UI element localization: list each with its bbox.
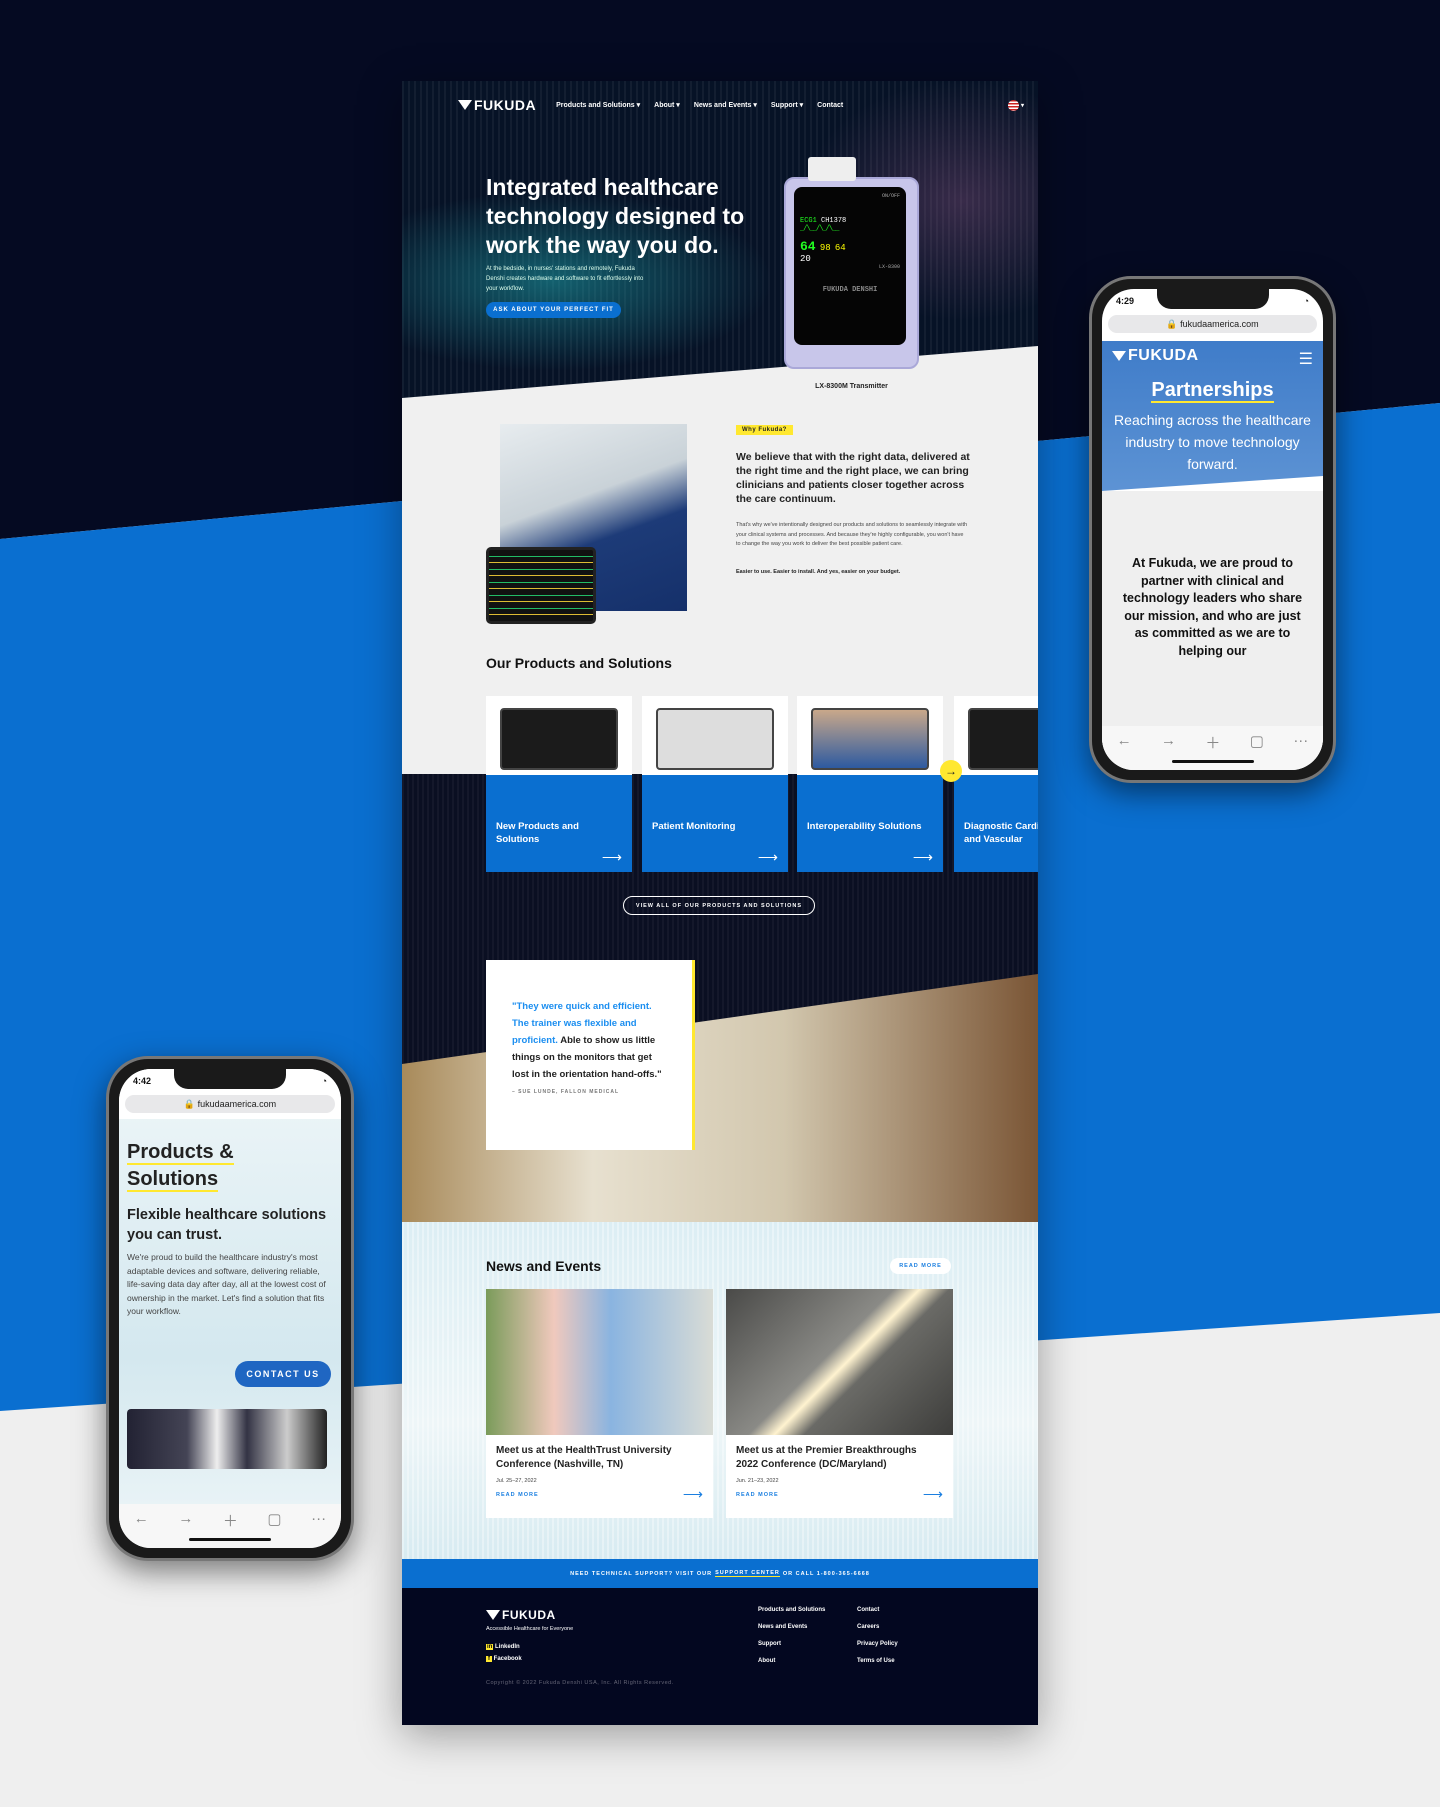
footer-link[interactable]: Careers <box>857 1624 879 1630</box>
devices-photo <box>127 1409 327 1469</box>
home-indicator <box>189 1538 271 1541</box>
main-nav: FUKUDA Products and Solutions ▾ About ▾ … <box>458 95 1024 115</box>
news-photo <box>486 1289 713 1435</box>
footer-link[interactable]: News and Events <box>758 1624 807 1630</box>
footer-link[interactable]: Contact <box>857 1607 879 1613</box>
facebook-icon: f <box>486 1656 492 1662</box>
website-page: FUKUDA Products and Solutions ▾ About ▾ … <box>402 81 1038 1725</box>
page-subtitle: Flexible healthcare solutions you can tr… <box>127 1207 327 1243</box>
status-time: 4:29 <box>1116 296 1135 306</box>
product-card-interoperability[interactable]: Interoperability Solutions ⟶ <box>797 696 943 872</box>
nav-news[interactable]: News and Events ▾ <box>694 101 757 109</box>
tabs-icon[interactable]: ▢ <box>1250 732 1264 750</box>
copyright: Copyright © 2022 Fukuda Denshi USA, Inc.… <box>486 1680 674 1686</box>
linkedin-icon: in <box>486 1644 494 1650</box>
nav-about[interactable]: About ▾ <box>654 101 680 109</box>
arrow-right-icon[interactable]: ⟶ <box>683 1486 703 1503</box>
forward-icon[interactable]: → <box>178 1510 193 1527</box>
new-tab-icon[interactable]: ＋ <box>1205 732 1220 753</box>
footer-link[interactable]: Products and Solutions <box>758 1607 825 1613</box>
page-body: At Fukuda, we are proud to partner with … <box>1122 556 1303 658</box>
footer-logo[interactable]: FUKUDA <box>486 1608 556 1622</box>
phone-mockup-partnerships: 4:29 ◔ 🔒 fukudaamerica.com FUKUDA ☰ Part… <box>1089 276 1336 783</box>
logo-mark-icon <box>458 100 472 110</box>
nav-support[interactable]: Support ▾ <box>771 101 803 109</box>
back-icon[interactable]: ← <box>1117 732 1132 749</box>
page-body: We're proud to build the healthcare indu… <box>127 1252 326 1316</box>
product-card-diagnostic[interactable]: Diagnostic Cardiology and Vascular <box>954 696 1038 872</box>
arrow-right-icon: ⟶ <box>601 849 622 865</box>
hamburger-menu-icon[interactable]: ☰ <box>1299 349 1313 369</box>
hero-body: At the bedside, in nurses' stations and … <box>486 266 644 292</box>
why-headline: We believe that with the right data, del… <box>736 451 970 505</box>
page-title: Products & <box>127 1141 234 1165</box>
more-icon[interactable]: ··· <box>311 1510 326 1527</box>
contact-us-button[interactable]: CONTACT US <box>235 1361 331 1387</box>
wifi-icon: ◔ <box>1303 296 1309 306</box>
phone-mockup-products: 4:42 ◔ 🔒 fukudaamerica.com Products & So… <box>106 1056 354 1561</box>
news-read-more-button[interactable]: READ MORE <box>890 1258 951 1274</box>
support-bar: NEED TECHNICAL SUPPORT? VISIT OUR SUPPORT… <box>402 1559 1038 1588</box>
product-card-monitoring[interactable]: Patient Monitoring ⟶ <box>642 696 788 872</box>
fukuda-logo[interactable]: FUKUDA <box>458 97 536 113</box>
quote-attribution: – SUE LUNDE, FALLON MEDICAL <box>512 1089 620 1095</box>
hero-title: Integrated healthcare technology designe… <box>486 174 745 258</box>
linkedin-link[interactable]: in LinkedIn <box>486 1644 520 1650</box>
arrow-right-icon: ⟶ <box>757 849 778 865</box>
page-title: Partnerships <box>1151 379 1274 403</box>
arrow-right-icon[interactable]: ⟶ <box>923 1486 943 1503</box>
logo-text: FUKUDA <box>474 97 537 113</box>
testimonial-card: "They were quick and efficient. The trai… <box>486 960 695 1150</box>
nav-products[interactable]: Products and Solutions ▾ <box>556 101 640 109</box>
ask-perfect-fit-button[interactable]: ASK ABOUT YOUR PERFECT FIT <box>486 302 621 318</box>
footer-link[interactable]: Privacy Policy <box>857 1641 898 1647</box>
news-card[interactable]: Meet us at the Premier Breakthroughs 202… <box>726 1289 953 1518</box>
browser-toolbar: ← → ＋ ▢ ··· <box>1102 726 1323 770</box>
us-flag-icon[interactable] <box>1007 99 1019 111</box>
forward-icon[interactable]: → <box>1161 732 1176 749</box>
why-body: That's why we've intentionally designed … <box>736 522 968 547</box>
back-icon[interactable]: ← <box>134 1510 149 1527</box>
footer-link[interactable]: Terms of Use <box>857 1658 895 1664</box>
new-tab-icon[interactable]: ＋ <box>223 1510 238 1531</box>
fukuda-logo[interactable]: FUKUDA <box>1112 347 1199 365</box>
monitor-photo <box>486 547 596 624</box>
support-center-link[interactable]: SUPPORT CENTER <box>715 1570 780 1577</box>
url-bar[interactable]: 🔒 fukudaamerica.com <box>1108 315 1317 333</box>
wifi-icon: ◔ <box>321 1076 327 1086</box>
chevron-down-icon[interactable]: ▾ <box>1021 102 1024 109</box>
nav-contact[interactable]: Contact <box>817 102 843 109</box>
more-icon[interactable]: ··· <box>1293 732 1308 749</box>
tabs-icon[interactable]: ▢ <box>267 1510 281 1528</box>
read-more-link[interactable]: READ MORE <box>496 1492 539 1498</box>
product-card-new[interactable]: New Products and Solutions ⟶ <box>486 696 632 872</box>
browser-toolbar: ← → ＋ ▢ ··· <box>119 1504 341 1548</box>
products-title: Our Products and Solutions <box>486 655 672 671</box>
footer-link[interactable]: Support <box>758 1641 781 1647</box>
home-indicator <box>1171 760 1254 763</box>
footer-tagline: Accessible Healthcare for Everyone <box>486 1626 574 1632</box>
page-title: Solutions <box>127 1168 219 1192</box>
view-all-products-button[interactable]: VIEW ALL OF OUR PRODUCTS AND SOLUTIONS <box>623 896 815 915</box>
carousel-next-button[interactable]: → <box>940 760 962 782</box>
news-photo <box>726 1289 953 1435</box>
transmitter-image: ON/OFF ECG1 CH1378 _/\__/\_/\__ 64 98 64… <box>784 157 919 369</box>
why-fukuda-badge: Why Fukuda? <box>736 425 793 435</box>
footer-link[interactable]: About <box>758 1658 775 1664</box>
facebook-link[interactable]: f Facebook <box>486 1656 522 1662</box>
why-tagline: Easier to use. Easier to install. And ye… <box>736 569 901 575</box>
footer: FUKUDA Accessible Healthcare for Everyon… <box>402 1588 1038 1725</box>
url-bar[interactable]: 🔒 fukudaamerica.com <box>125 1095 335 1113</box>
news-title: News and Events <box>486 1258 602 1274</box>
status-time: 4:42 <box>133 1076 152 1086</box>
device-caption: LX-8300M Transmitter <box>815 383 888 390</box>
arrow-right-icon: ⟶ <box>912 849 933 865</box>
read-more-link[interactable]: READ MORE <box>736 1492 779 1498</box>
page-subtitle: Reaching across the healthcare industry … <box>1114 412 1311 472</box>
news-card[interactable]: Meet us at the HealthTrust University Co… <box>486 1289 713 1518</box>
